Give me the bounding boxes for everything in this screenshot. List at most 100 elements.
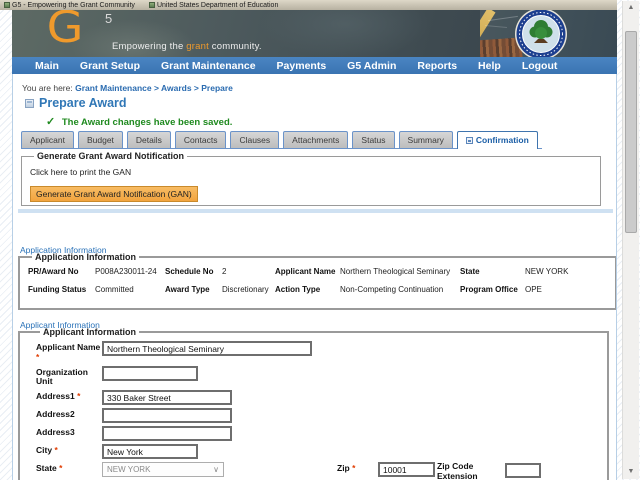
gan-fieldset: Generate Grant Award Notification Click … <box>21 151 601 206</box>
application-information-grid: PR/Award No P008A230011-24 Schedule No 2… <box>28 264 615 294</box>
g5-logo-sup: 5 <box>105 11 113 26</box>
required-marker: * <box>59 463 63 474</box>
tab-status[interactable]: Status <box>352 131 395 148</box>
field-value: Northern Theological Seminary <box>340 267 451 276</box>
tagline-post: community. <box>208 41 262 52</box>
g5-favicon-icon <box>4 2 10 8</box>
form-row-state-zip: State * NEW YORK ∨ Zip * Zip Code Extens… <box>36 461 607 480</box>
scrollbar-thumb[interactable] <box>625 31 637 233</box>
page-title-text: Prepare Award <box>39 96 127 110</box>
nav-item-help[interactable]: Help <box>478 60 501 72</box>
nav-item-grant-maintenance[interactable]: Grant Maintenance <box>161 60 256 72</box>
tagline-accent: grant <box>186 41 209 52</box>
address3-input[interactable] <box>102 426 232 442</box>
checkmark-icon: ✓ <box>46 116 56 128</box>
generate-gan-button[interactable]: Generate Grant Award Notification (GAN) <box>30 186 198 202</box>
breadcrumb-path[interactable]: Grant Maintenance > Awards > Prepare <box>75 83 233 93</box>
field-label: Program Office <box>460 285 518 294</box>
field-label: Schedule No <box>165 267 214 276</box>
applicant-name-input[interactable] <box>102 341 312 356</box>
nav-item-grant-setup[interactable]: Grant Setup <box>80 60 140 72</box>
titlebar-text-g5: G5 - Empowering the Grant Community <box>12 1 135 9</box>
field-label: Funding Status <box>28 285 87 294</box>
g5-application-window: G5 - Empowering the Grant Community Unit… <box>0 0 640 480</box>
field-value: 2 <box>222 267 227 276</box>
state-select[interactable]: NEW YORK ∨ <box>102 462 224 478</box>
field-value: Non-Competing Continuation <box>340 285 444 294</box>
g5-banner: G 5 Empowering the grant community. <box>12 10 617 57</box>
award-tabbar: Applicant Budget Details Contacts Clause… <box>21 131 542 149</box>
label-text: State <box>36 463 57 474</box>
field-label: Action Type <box>275 285 321 294</box>
tab-budget[interactable]: Budget <box>77 131 123 148</box>
banner-right-panel <box>480 10 617 57</box>
form-row-address1: Address1 * <box>36 390 607 406</box>
label-text: Address1 <box>36 391 75 402</box>
nav-item-g5-admin[interactable]: G5 Admin <box>347 60 396 72</box>
zip-code-extension-input[interactable] <box>505 463 541 479</box>
department-of-education-seal-icon <box>515 10 567 57</box>
tab-applicant[interactable]: Applicant <box>21 131 74 148</box>
application-information-fieldset: Application Information PR/Award No P008… <box>18 252 616 310</box>
scroll-down-arrow-icon[interactable]: ▼ <box>623 465 639 479</box>
tab-confirmation[interactable]: Confirmation <box>456 131 538 149</box>
vertical-scrollbar[interactable]: ▲ ▼ <box>622 1 639 479</box>
nav-item-main[interactable]: Main <box>35 60 59 72</box>
field-value: Committed <box>95 285 134 294</box>
titlebar-item-g5: G5 - Empowering the Grant Community <box>4 2 135 9</box>
zip-label: Zip * <box>337 463 355 474</box>
chalkboard-mark <box>484 25 508 28</box>
field-label: State <box>460 267 480 276</box>
applicant-information-fieldset: Applicant Information Applicant Name * O… <box>18 327 609 480</box>
success-text: The Award changes have been saved. <box>61 117 233 128</box>
address1-input[interactable] <box>102 390 232 406</box>
zip-input[interactable] <box>378 462 435 478</box>
tagline-pre: Empowering the <box>112 41 187 52</box>
field-value: Discretionary <box>222 285 269 294</box>
required-marker: * <box>77 391 81 402</box>
gan-instruction: Click here to print the GAN <box>30 167 132 177</box>
form-row-organization-unit: Organization Unit <box>36 365 607 388</box>
city-label: City * <box>36 444 102 456</box>
state-label: State * <box>36 462 102 474</box>
success-message: ✓ The Award changes have been saved. <box>46 115 232 128</box>
tab-details[interactable]: Details <box>126 131 171 148</box>
form-row-city: City * <box>36 444 607 460</box>
nav-item-payments[interactable]: Payments <box>277 60 327 72</box>
g5-logo-letter: G <box>46 10 84 53</box>
tab-clauses[interactable]: Clauses <box>230 131 280 148</box>
page-title: Prepare Award <box>25 96 127 110</box>
scroll-up-arrow-icon[interactable]: ▲ <box>623 1 639 15</box>
section-separator <box>18 209 613 213</box>
nav-item-reports[interactable]: Reports <box>417 60 457 72</box>
required-marker: * <box>54 445 58 456</box>
tab-contacts[interactable]: Contacts <box>174 131 227 148</box>
label-text: Applicant Name <box>36 342 101 352</box>
breadcrumb-prefix: You are here: <box>22 83 73 93</box>
tab-summary[interactable]: Summary <box>398 131 453 148</box>
applicant-information-legend: Applicant Information <box>43 327 136 337</box>
address2-input[interactable] <box>102 408 232 424</box>
banner-tagline: Empowering the grant community. <box>112 41 262 52</box>
field-value: OPE <box>525 285 542 294</box>
applicant-name-label: Applicant Name * <box>36 341 102 363</box>
titlebar-text-ed: United States Department of Education <box>156 1 279 9</box>
field-value: P008A230011-24 <box>95 267 157 276</box>
chevron-down-icon: ∨ <box>213 465 219 475</box>
field-label: PR/Award No <box>28 267 79 276</box>
tab-attachments[interactable]: Attachments <box>283 131 349 148</box>
address3-label: Address3 <box>36 427 75 438</box>
tab-confirmation-label: Confirmation <box>475 135 529 145</box>
window-titlebar: G5 - Empowering the Grant Community Unit… <box>0 0 617 10</box>
organization-unit-input[interactable] <box>102 365 198 381</box>
nav-item-logout[interactable]: Logout <box>522 60 558 72</box>
city-input[interactable] <box>102 444 198 460</box>
gan-legend: Generate Grant Award Notification <box>37 151 185 161</box>
page-title-icon <box>25 98 34 108</box>
field-label: Award Type <box>165 285 210 294</box>
form-row-applicant-name: Applicant Name * <box>36 341 607 363</box>
label-text: Zip <box>337 463 350 474</box>
required-marker: * <box>36 351 40 362</box>
organization-unit-label: Organization Unit <box>36 366 88 387</box>
state-select-value: NEW YORK <box>107 465 151 475</box>
